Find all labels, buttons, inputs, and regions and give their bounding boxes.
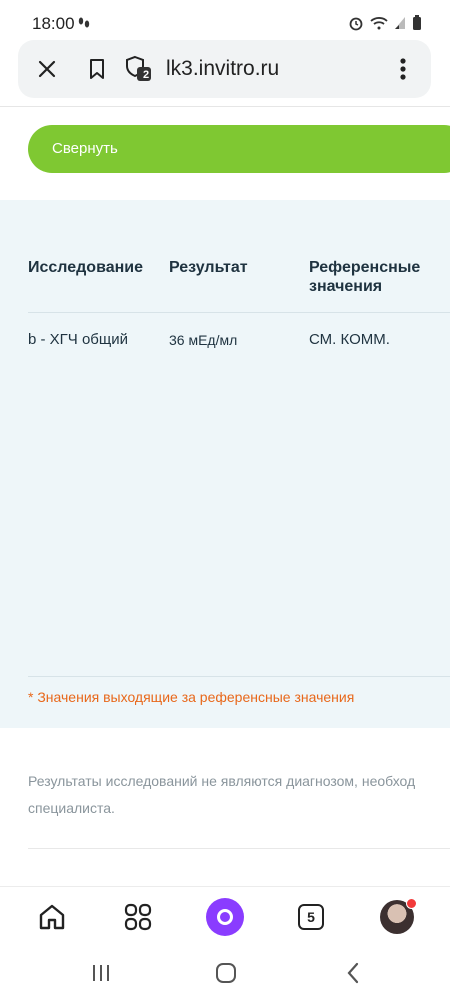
system-nav-bar xyxy=(0,946,450,1000)
column-header-reference-line1: Референсные xyxy=(309,259,421,276)
column-header-reference: Референсные значения xyxy=(309,258,449,296)
cell-result: 36 мЕд/мл xyxy=(169,332,238,348)
column-header-study: Исследование xyxy=(28,259,143,276)
header-divider xyxy=(28,312,450,313)
divider xyxy=(0,106,450,107)
system-home-button[interactable] xyxy=(211,960,241,986)
disclaimer: Результаты исследований не являются диаг… xyxy=(28,768,450,822)
status-icons xyxy=(348,15,422,36)
tabs-button[interactable]: 5 xyxy=(291,897,331,937)
battery-icon xyxy=(412,15,422,36)
wifi-icon xyxy=(370,16,388,35)
back-chevron-icon xyxy=(347,962,359,984)
notification-dot xyxy=(406,898,417,909)
home-button[interactable] xyxy=(32,897,72,937)
url-text[interactable]: lk3.invitro.ru xyxy=(166,57,279,81)
bookmark-icon xyxy=(90,59,104,79)
column-header-reference-line2: значения xyxy=(309,278,383,295)
disclaimer-line1: Результаты исследований не являются диаг… xyxy=(28,773,416,789)
address-bar[interactable]: 2 lk3.invitro.ru xyxy=(18,40,431,98)
cell-reference: СМ. КОММ. xyxy=(309,331,390,348)
close-tab-button[interactable] xyxy=(32,54,62,84)
alice-assistant-button[interactable] xyxy=(205,897,245,937)
services-button[interactable] xyxy=(118,897,158,937)
status-bar: 18:00 xyxy=(0,0,450,44)
recent-apps-button[interactable] xyxy=(86,960,116,986)
bookmark-button[interactable] xyxy=(82,54,112,84)
alarm-icon xyxy=(348,15,364,36)
browser-toolbar: 5 xyxy=(0,886,450,947)
browser-menu-button[interactable] xyxy=(388,54,418,84)
profile-button[interactable] xyxy=(377,897,417,937)
footsteps-icon xyxy=(78,15,90,36)
disclaimer-line2: специалиста. xyxy=(28,800,115,816)
divider xyxy=(28,848,450,849)
status-time: 18:00 xyxy=(32,14,75,33)
home-icon xyxy=(39,904,65,930)
results-panel: Исследование Результат Референсные значе… xyxy=(0,200,450,728)
table-bottom-divider xyxy=(28,676,450,677)
collapse-button-label: Свернуть xyxy=(52,140,118,157)
cell-study: b - ХГЧ общий xyxy=(28,331,128,348)
site-security-button[interactable]: 2 xyxy=(124,54,154,84)
alice-icon xyxy=(206,898,244,936)
close-icon xyxy=(38,60,56,78)
tabs-count: 5 xyxy=(298,904,324,930)
grid-icon xyxy=(124,903,152,931)
reference-note: * Значения выходящие за референсные знач… xyxy=(28,689,355,705)
back-button[interactable] xyxy=(338,960,368,986)
avatar xyxy=(380,898,417,934)
recents-icon xyxy=(93,965,109,981)
column-header-result: Результат xyxy=(169,259,248,276)
tracker-badge: 2 xyxy=(143,69,150,81)
home-circle-icon xyxy=(216,963,236,983)
collapse-button[interactable]: Свернуть xyxy=(28,125,450,173)
signal-icon xyxy=(394,16,406,35)
more-vertical-icon xyxy=(400,58,406,80)
